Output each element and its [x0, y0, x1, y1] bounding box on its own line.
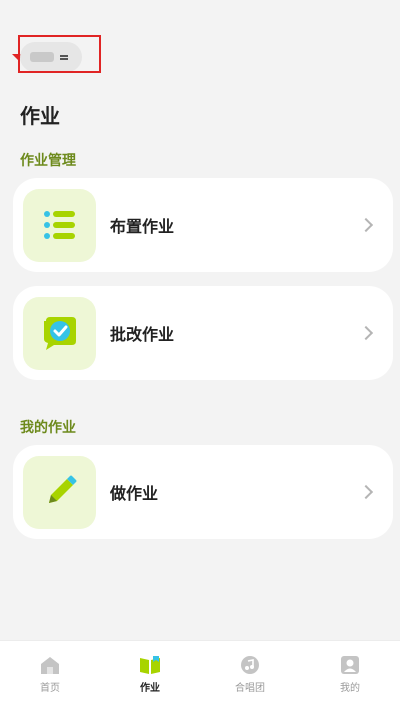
pencil-icon-tile	[23, 455, 96, 529]
highlight-box	[18, 35, 101, 73]
pencil-icon	[48, 475, 76, 503]
book-icon	[140, 656, 160, 674]
page-title: 作业	[20, 104, 60, 128]
grade-homework-label: 批改作业	[110, 325, 175, 344]
music-icon	[241, 656, 259, 674]
do-homework-label: 做作业	[110, 484, 159, 503]
tab-home[interactable]: 首页	[0, 641, 100, 702]
home-icon	[41, 657, 59, 674]
list-icon	[43, 211, 75, 239]
tab-mine-label: 我的	[340, 683, 360, 694]
tab-choir-label: 合唱团	[235, 683, 265, 694]
user-icon	[341, 656, 359, 674]
tab-home-label: 首页	[40, 683, 60, 694]
tab-homework[interactable]: 作业	[100, 641, 200, 702]
assign-homework-label: 布置作业	[110, 217, 175, 236]
tab-mine[interactable]: 我的	[300, 641, 400, 702]
tab-homework-label: 作业	[140, 683, 160, 694]
assign-homework-card[interactable]: 布置作业	[13, 178, 393, 272]
check-badge-icon	[43, 317, 76, 350]
chevron-right-icon	[358, 217, 374, 233]
chevron-right-icon	[358, 484, 374, 500]
grade-homework-card[interactable]: 批改作业	[13, 286, 393, 380]
tab-choir[interactable]: 合唱团	[200, 641, 300, 702]
list-icon-tile	[23, 188, 96, 262]
bottom-tab-bar: 首页 作业 合唱团 我的	[0, 640, 400, 702]
do-homework-card[interactable]: 做作业	[13, 445, 393, 539]
check-badge-icon-tile	[23, 296, 96, 370]
chevron-right-icon	[358, 325, 374, 341]
section-label-mine: 我的作业	[20, 420, 76, 436]
section-label-manage: 作业管理	[20, 153, 76, 169]
